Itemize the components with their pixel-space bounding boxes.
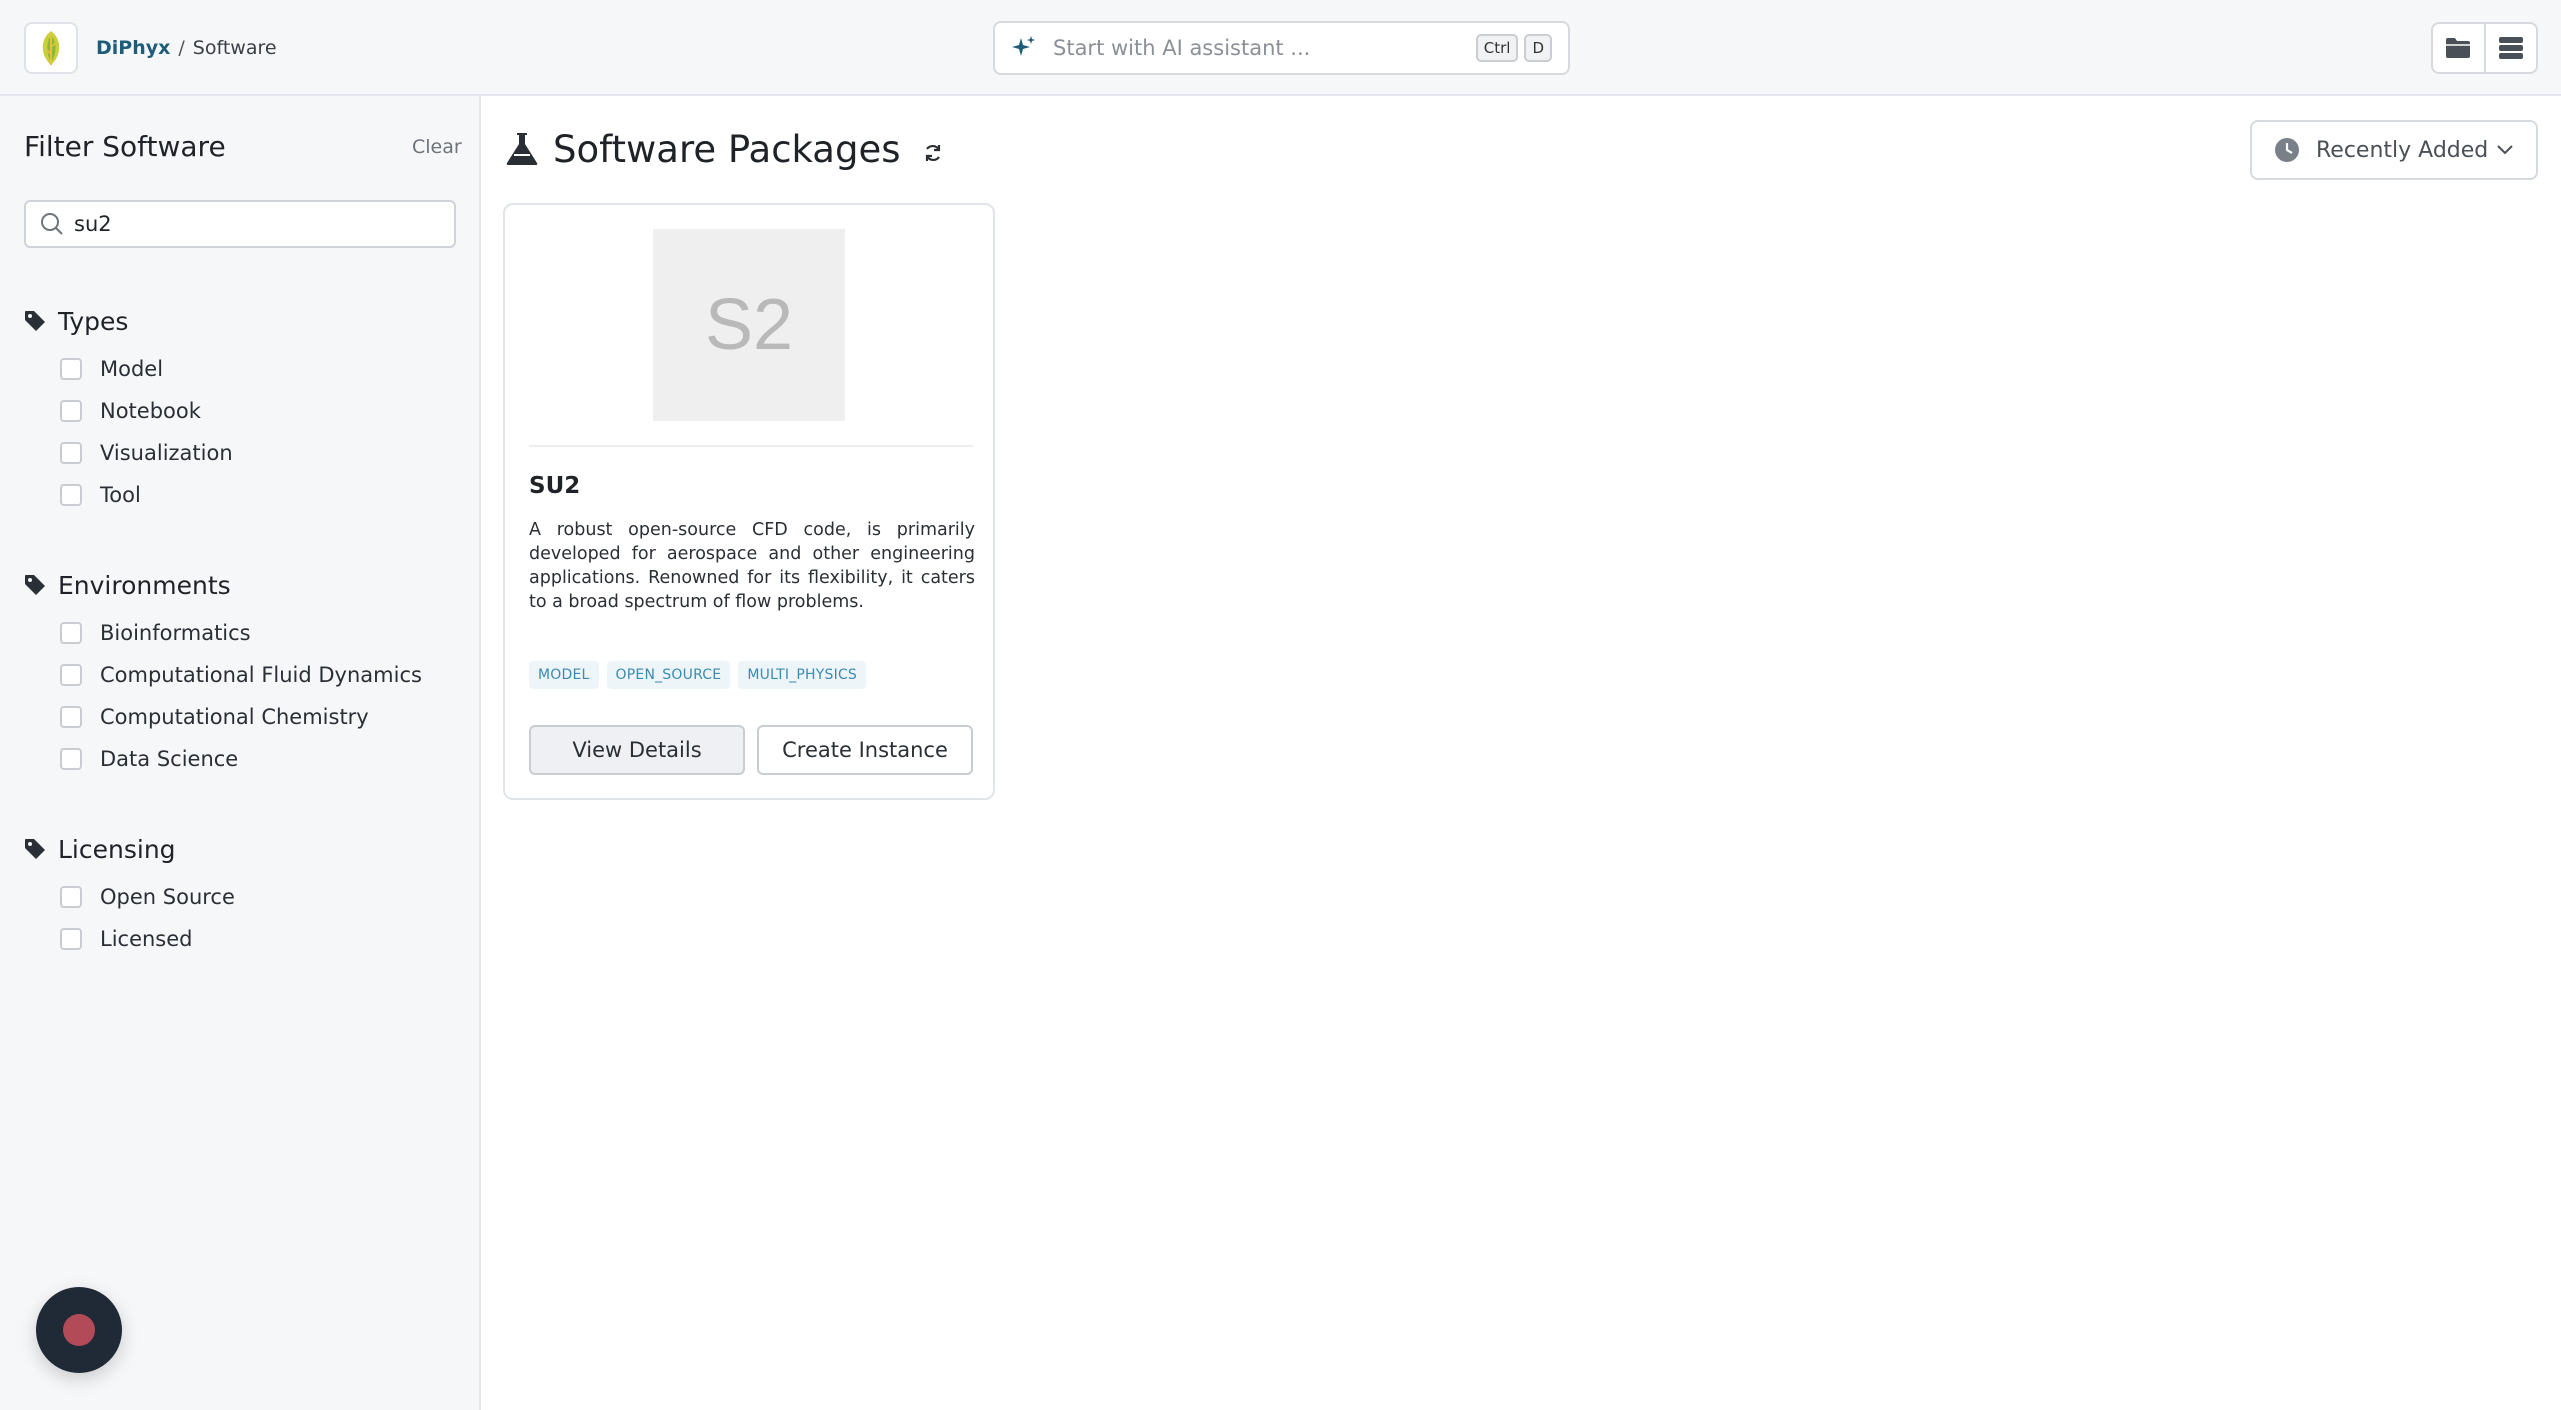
search-icon	[41, 213, 63, 235]
filter-option-open-source[interactable]: Open Source	[60, 882, 235, 912]
filter-option-data-science[interactable]: Data Science	[60, 744, 238, 774]
checkbox[interactable]	[60, 928, 82, 950]
header-actions	[2431, 22, 2538, 74]
sort-dropdown[interactable]: Recently Added	[2250, 120, 2538, 180]
folder-button[interactable]	[2433, 24, 2484, 72]
environments-section: Environments Bioinformatics Computationa…	[24, 568, 464, 771]
sparkle-icon	[1012, 36, 1035, 56]
software-thumbnail: S2	[653, 229, 845, 421]
filter-option-bioinformatics[interactable]: Bioinformatics	[60, 618, 251, 648]
page-header: Software Packages	[505, 124, 943, 174]
environments-heading-label: Environments	[58, 570, 231, 600]
types-heading: Types	[24, 304, 464, 338]
software-search[interactable]	[24, 200, 456, 248]
checkbox[interactable]	[60, 484, 82, 506]
breadcrumb-current: Software	[192, 37, 277, 59]
search-input[interactable]	[74, 212, 434, 236]
checkbox[interactable]	[60, 622, 82, 644]
top-bar: DiPhyx / Software Start with AI assistan…	[0, 0, 2561, 96]
checkbox[interactable]	[60, 706, 82, 728]
leaf-logo-icon	[42, 31, 60, 65]
licensing-heading-label: Licensing	[58, 834, 176, 864]
option-label: Computational Chemistry	[100, 705, 369, 729]
tag-badge: MULTI_PHYSICS	[738, 661, 867, 689]
filter-option-licensed[interactable]: Licensed	[60, 924, 193, 954]
server-icon	[2498, 37, 2523, 59]
option-label: Data Science	[100, 747, 239, 771]
clock-icon	[2275, 138, 2299, 162]
software-description: A robust open-source CFD code, is primar…	[529, 520, 975, 612]
refresh-icon[interactable]	[923, 143, 943, 163]
checkbox[interactable]	[60, 442, 82, 464]
clear-filters-button[interactable]: Clear	[412, 136, 462, 158]
software-name: SU2	[529, 473, 581, 499]
filter-option-cfd[interactable]: Computational Fluid Dynamics	[60, 660, 422, 690]
recording-fab-button[interactable]	[36, 1287, 122, 1373]
option-label: Bioinformatics	[100, 621, 251, 645]
filter-title: Filter Software	[24, 130, 226, 163]
sort-dropdown-value: Recently Added	[2316, 137, 2489, 163]
checkbox[interactable]	[60, 358, 82, 380]
checkbox[interactable]	[60, 400, 82, 422]
tag-badge: OPEN_SOURCE	[606, 661, 731, 689]
record-dot-icon	[63, 1314, 95, 1346]
ai-assistant-input[interactable]: Start with AI assistant ... Ctrl D	[993, 21, 1570, 75]
types-heading-label: Types	[58, 306, 129, 336]
breadcrumb-separator: /	[178, 37, 185, 59]
tag-icon	[25, 575, 45, 595]
filter-option-notebook[interactable]: Notebook	[60, 396, 201, 426]
card-divider	[529, 445, 973, 447]
option-label: Computational Fluid Dynamics	[100, 663, 422, 687]
storage-button[interactable]	[2483, 24, 2537, 72]
tag-icon	[25, 839, 45, 859]
filter-option-computational-chemistry[interactable]: Computational Chemistry	[60, 702, 369, 732]
shortcut-key-d: D	[1524, 34, 1552, 62]
checkbox[interactable]	[60, 886, 82, 908]
option-label: Notebook	[100, 399, 201, 423]
software-tags: MODEL OPEN_SOURCE MULTI_PHYSICS	[529, 661, 867, 689]
tag-badge: MODEL	[529, 661, 599, 689]
option-label: Licensed	[100, 927, 193, 951]
filter-option-model[interactable]: Model	[60, 354, 163, 384]
shortcut-key-ctrl: Ctrl	[1475, 34, 1519, 62]
option-label: Tool	[100, 483, 141, 507]
folder-icon	[2446, 38, 2471, 58]
ai-assistant-placeholder: Start with AI assistant ...	[1053, 36, 1311, 60]
option-label: Open Source	[100, 885, 235, 909]
create-instance-button[interactable]: Create Instance	[757, 725, 973, 775]
filter-sidebar: Filter Software Clear Types Model Notebo…	[0, 96, 481, 1410]
option-label: Model	[100, 357, 164, 381]
licensing-heading: Licensing	[24, 832, 464, 866]
types-section: Types Model Notebook Visualization Tool	[24, 304, 464, 507]
environments-heading: Environments	[24, 568, 464, 602]
flask-icon	[506, 133, 538, 165]
view-details-button[interactable]: View Details	[529, 725, 745, 775]
filter-option-visualization[interactable]: Visualization	[60, 438, 233, 468]
breadcrumb-home-link[interactable]: DiPhyx	[96, 37, 170, 59]
app-logo[interactable]	[24, 22, 78, 74]
software-card: S2 SU2 A robust open-source CFD code, is…	[503, 203, 995, 800]
checkbox[interactable]	[60, 664, 82, 686]
option-label: Visualization	[100, 441, 233, 465]
page-title: Software Packages	[553, 127, 901, 171]
tag-icon	[25, 311, 45, 331]
licensing-section: Licensing Open Source Licensed	[24, 832, 464, 951]
breadcrumb: DiPhyx / Software	[96, 34, 277, 62]
filter-option-tool[interactable]: Tool	[60, 480, 141, 510]
checkbox[interactable]	[60, 748, 82, 770]
chevron-down-icon	[2497, 145, 2513, 155]
